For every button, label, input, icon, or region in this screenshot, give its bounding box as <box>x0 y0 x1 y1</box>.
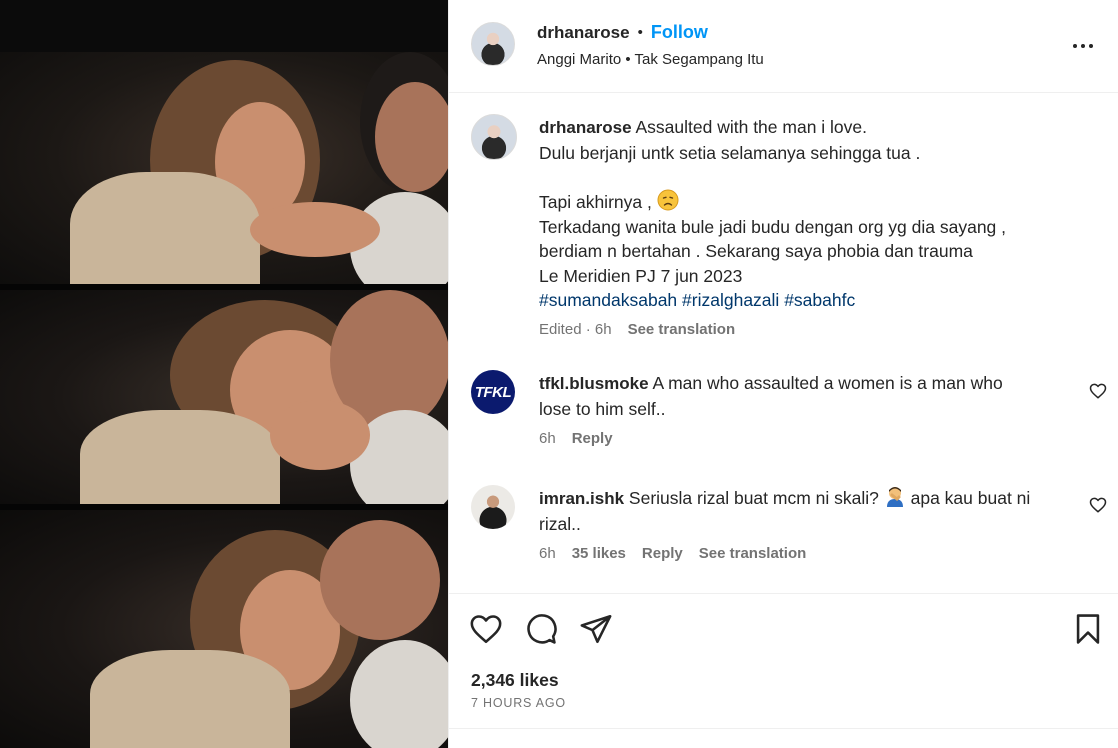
author-avatar[interactable] <box>471 22 515 66</box>
audio-label[interactable]: Anggi Marito • Tak Segampang Itu <box>537 51 764 68</box>
video-frame-3 <box>0 510 448 748</box>
like-comment-icon[interactable] <box>1089 382 1107 400</box>
post-media[interactable] <box>0 0 448 748</box>
caption-author-avatar[interactable] <box>471 114 517 160</box>
comment-text: Seriusla rizal buat mcm ni skali? <box>628 488 879 508</box>
caption-line-3: Tapi akhirnya , <box>539 192 652 212</box>
caption-line-6: Le Meridien PJ 7 jun 2023 <box>539 265 743 286</box>
hashtag-link[interactable]: #sabahfc <box>784 290 855 310</box>
edited-label: Edited <box>539 320 582 338</box>
more-options-icon[interactable] <box>1073 36 1097 56</box>
divider <box>449 728 1118 729</box>
comments-section[interactable]: drhanarose Assaulted with the man i love… <box>449 93 1118 593</box>
video-frame-1 <box>0 52 448 284</box>
comment-username[interactable]: tfkl.blusmoke <box>539 374 649 393</box>
post-time[interactable]: 7 HOURS AGO <box>471 696 566 710</box>
video-frame-2 <box>0 290 448 504</box>
comment-time[interactable]: 6h <box>539 545 556 562</box>
author-username[interactable]: drhanarose <box>537 23 630 43</box>
comment-icon[interactable] <box>524 612 558 646</box>
reply-button[interactable]: Reply <box>572 430 613 447</box>
see-translation-button[interactable]: See translation <box>699 545 807 562</box>
comment-item: tfkl.blusmoke A man who assaulted a wome… <box>539 371 1059 447</box>
hashtag-link[interactable]: #sumandaksabah <box>539 290 677 310</box>
comment-username[interactable]: imran.ishk <box>539 489 624 508</box>
hashtag-link[interactable]: #rizalghazali <box>682 290 779 310</box>
reply-button[interactable]: Reply <box>642 545 683 562</box>
post-header: drhanarose • Follow Anggi Marito • Tak S… <box>449 0 1118 93</box>
person-facepalming-icon <box>886 487 903 507</box>
like-comment-icon[interactable] <box>1089 496 1107 514</box>
caption-line-4: Terkadang wanita bule jadi budu dengan o… <box>539 216 1007 237</box>
share-icon[interactable] <box>579 612 613 646</box>
heart-icon[interactable] <box>469 612 503 646</box>
post-actions: 2,346 likes 7 HOURS AGO <box>449 593 1118 748</box>
follow-button[interactable]: Follow <box>651 22 708 43</box>
commenter-avatar[interactable] <box>471 485 515 529</box>
bookmark-icon[interactable] <box>1071 612 1105 646</box>
comment-time[interactable]: 6h <box>539 430 556 447</box>
comment-text-after: apa kau buat ni <box>910 488 1031 508</box>
caption-time[interactable]: 6h <box>595 321 612 338</box>
comment-text-line-2: lose to him self.. <box>539 398 666 419</box>
likes-count[interactable]: 2,346 likes <box>471 670 559 691</box>
disappointed-face-icon <box>657 189 679 211</box>
avatar-text: TFKL <box>474 383 512 401</box>
commenter-avatar[interactable]: TFKL <box>471 370 515 414</box>
comment-likes[interactable]: 35 likes <box>572 545 626 562</box>
caption-line-1: Assaulted with the man i love. <box>635 117 868 137</box>
see-translation-button[interactable]: See translation <box>628 321 736 338</box>
caption-line-2: Dulu berjanji untk setia selamanya sehin… <box>539 142 921 163</box>
separator-dot: • <box>637 24 643 41</box>
comment-item: imran.ishk Seriusla rizal buat mcm ni sk… <box>539 485 1069 562</box>
caption-line-5: berdiam n bertahan . Sekarang saya phobi… <box>539 241 973 261</box>
comment-text-line-2: rizal.. <box>539 513 581 534</box>
post-details-panel: drhanarose • Follow Anggi Marito • Tak S… <box>448 0 1118 748</box>
caption-username[interactable]: drhanarose <box>539 118 632 137</box>
comment-text: A man who assaulted a women is a man who <box>652 373 1003 393</box>
